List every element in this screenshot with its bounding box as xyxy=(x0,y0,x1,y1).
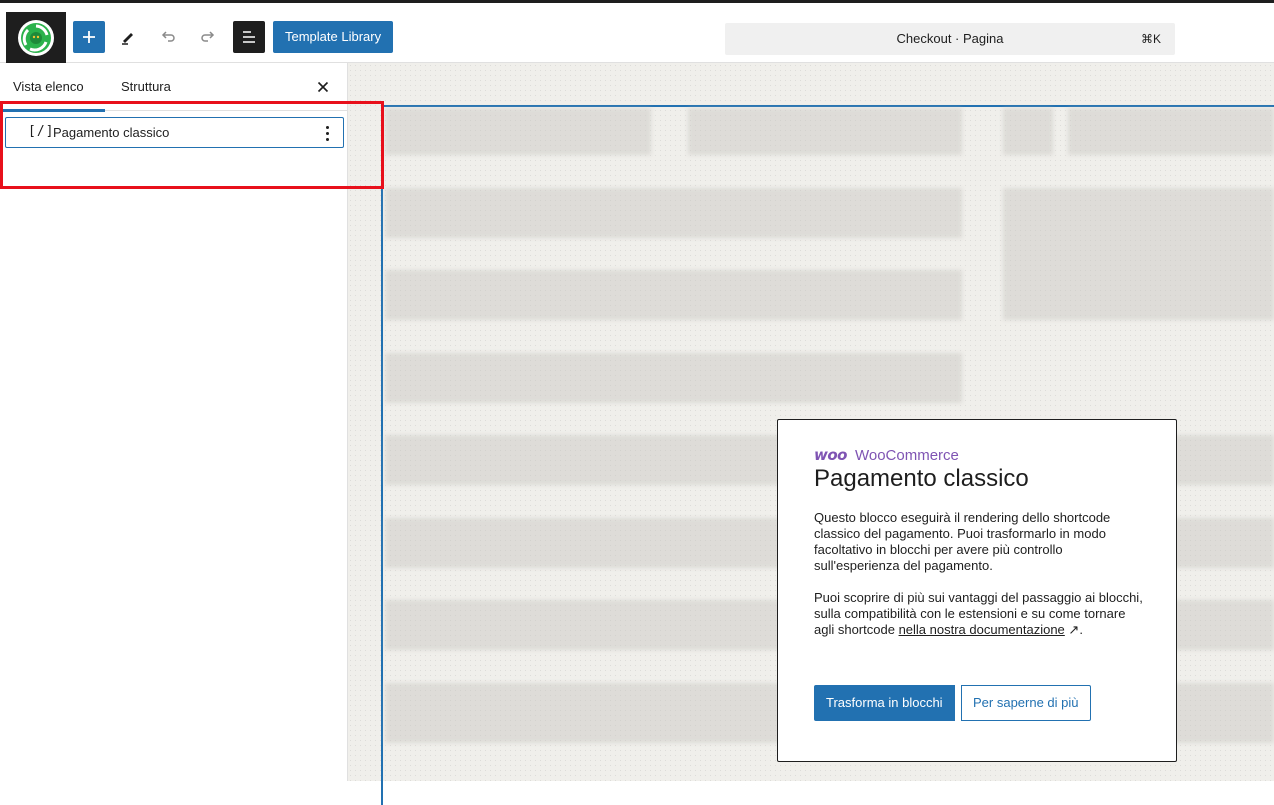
placeholder-bar xyxy=(385,108,651,155)
list-view-icon xyxy=(243,31,255,43)
card-info: Puoi scoprire di più sui vantaggi del pa… xyxy=(814,590,1144,638)
close-panel-button[interactable] xyxy=(313,77,333,97)
keyboard-shortcut: ⌘K xyxy=(1140,32,1161,46)
placeholder-bar xyxy=(1003,188,1274,320)
tab-list-view[interactable]: Vista elenco xyxy=(0,63,105,112)
site-logo[interactable] xyxy=(6,12,66,64)
template-library-button[interactable]: Template Library xyxy=(273,21,394,53)
pencil-icon xyxy=(122,33,133,45)
document-overview-button[interactable] xyxy=(233,21,265,53)
placeholder-bar xyxy=(688,108,962,155)
placeholder-bar xyxy=(1003,108,1053,155)
more-dot xyxy=(325,137,329,141)
tools-button[interactable] xyxy=(112,21,144,53)
transform-to-blocks-button[interactable]: Trasforma in blocchi xyxy=(814,685,955,721)
brand-line: woo WooCommerce xyxy=(814,446,959,464)
redo-icon xyxy=(201,31,215,42)
redo-button[interactable] xyxy=(192,21,224,53)
placeholder-bar xyxy=(385,188,962,238)
placeholder-bar xyxy=(1068,108,1274,155)
placeholder-bar xyxy=(385,353,962,403)
classic-checkout-card: woo WooCommerce Pagamento classico Quest… xyxy=(777,419,1177,762)
more-dot xyxy=(325,125,329,129)
panel-tabs: Vista elenco Struttura xyxy=(0,63,347,112)
command-palette-button[interactable]: Checkout · Pagina ⌘K xyxy=(725,23,1175,55)
site-logo-icon xyxy=(18,20,54,56)
undo-icon xyxy=(161,31,175,42)
more-options-button[interactable] xyxy=(321,123,333,143)
shortcode-icon: [/] xyxy=(28,124,55,139)
editor-toolbar: Template Library Checkout · Pagina ⌘K xyxy=(0,3,1274,64)
external-link-icon: ↗ xyxy=(1068,622,1080,637)
list-item[interactable]: [/] Pagamento classico xyxy=(5,117,344,148)
card-description: Questo blocco eseguirà il rendering dell… xyxy=(814,510,1111,573)
plus-icon xyxy=(83,31,95,43)
card-title: Pagamento classico xyxy=(814,465,1029,492)
learn-more-button[interactable]: Per saperne di più xyxy=(961,685,1091,721)
document-title: Checkout · Pagina xyxy=(896,31,1004,46)
card-info-end: . xyxy=(1079,622,1083,637)
add-block-button[interactable] xyxy=(73,21,105,53)
tab-outline[interactable]: Struttura xyxy=(108,63,184,111)
brand-name: WooCommerce xyxy=(854,446,959,464)
undo-button[interactable] xyxy=(152,21,184,53)
more-dot xyxy=(325,131,329,135)
placeholder-bar xyxy=(385,270,962,320)
document-overview-panel: Vista elenco Struttura [/] Pagamento cla… xyxy=(0,63,348,781)
close-icon xyxy=(317,81,329,93)
documentation-link[interactable]: nella nostra documentazione xyxy=(899,622,1065,637)
woo-logo: woo xyxy=(814,446,847,464)
list-item-label: Pagamento classico xyxy=(53,125,170,140)
